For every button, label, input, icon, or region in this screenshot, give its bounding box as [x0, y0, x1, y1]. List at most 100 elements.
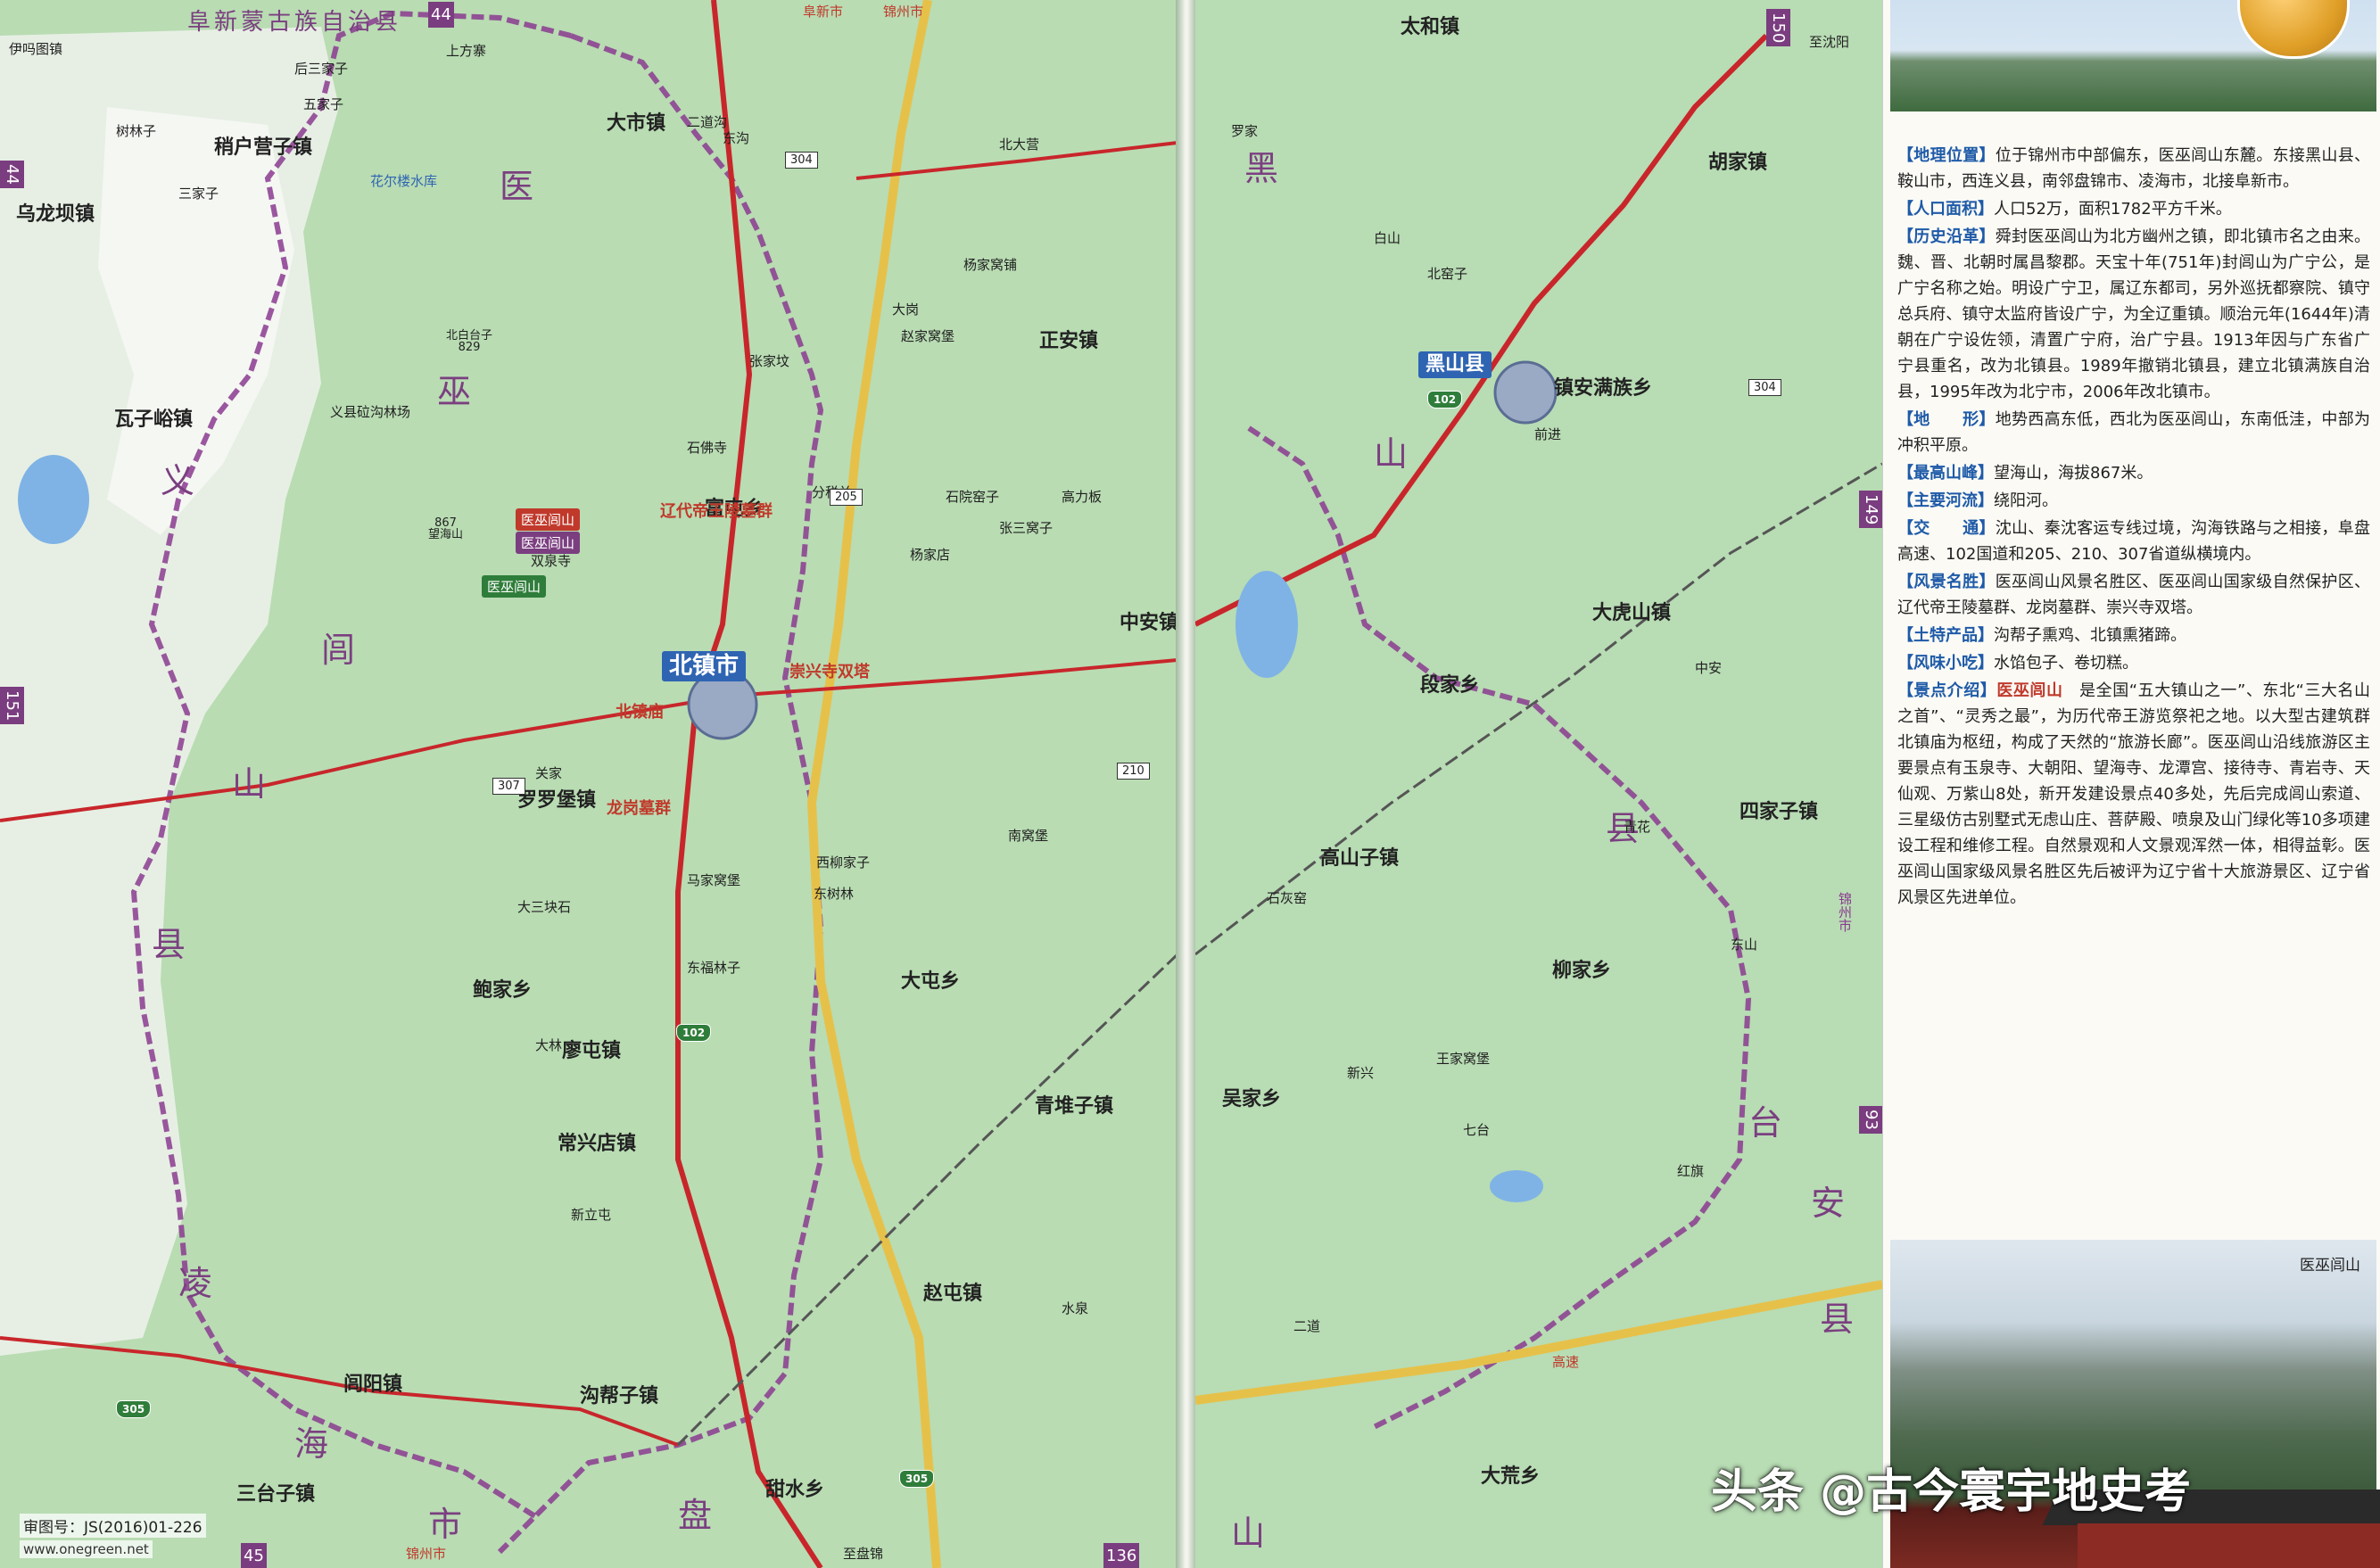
village-5: 后三家子	[294, 61, 349, 77]
town-wujia: 吴家乡	[1222, 1088, 1282, 1110]
edge-jinzhou-right: 锦州市	[1837, 892, 1853, 932]
town-goubangzi: 沟帮子镇	[580, 1385, 659, 1407]
scenic-imperial-tombs: 辽代帝王陵墓群	[660, 502, 773, 521]
village-10: 大岗	[892, 301, 920, 318]
scenic-longgang: 龙岗墓群	[607, 799, 671, 818]
town-changxingdian: 常兴店镇	[558, 1133, 637, 1155]
beizhen-city-label: 北镇市	[662, 651, 747, 681]
right-map-page: 黑山县 黑 山 县 台 安 县 山 太和镇 胡家镇 镇安满族乡 段家乡 大虎山镇…	[1195, 0, 1882, 1568]
village-28: 大林	[535, 1037, 563, 1053]
info-panel: 【地理位置】位于锦州市中部偏东，医巫闾山东麓。东接黑山县、鞍山市，西连义县，南邻…	[1882, 0, 2380, 1568]
edge-panjin: 至盘锦	[843, 1546, 884, 1562]
info-row-population: 【人口面积】人口52万，面积1782平方千米。	[1897, 200, 2232, 219]
region-yiwulu-4: 山	[232, 764, 270, 804]
lake-right	[1235, 571, 1298, 678]
village-11: 杨家窝铺	[963, 257, 1018, 273]
town-hujia: 胡家镇	[1708, 152, 1768, 174]
county-info: 【地理位置】位于锦州市中部偏东，医巫闾山东麓。东接黑山县、鞍山市，西连义县，南邻…	[1897, 143, 2370, 912]
village-39: 新兴	[1347, 1065, 1375, 1081]
info-row-products: 【土特产品】沟帮子熏鸡、北镇熏猪蹄。	[1897, 626, 2186, 645]
adjacent-panshan-1: 盘	[678, 1496, 716, 1535]
village-17: 杨家店	[910, 547, 951, 563]
town-dahushan: 大虎山镇	[1592, 602, 1672, 624]
town-luoluobu: 罗罗堡镇	[517, 789, 597, 812]
road-shield-210: 210	[1117, 763, 1150, 780]
village-33: 罗家	[1231, 123, 1259, 139]
source-site: www.onegreen.net	[20, 1540, 153, 1558]
edge-number-left-mid: 151	[0, 687, 24, 725]
scenic-tag-1: 医巫闾山	[516, 508, 581, 531]
town-gaoshanzi: 高山子镇	[1320, 847, 1400, 870]
railway	[676, 953, 1178, 1447]
town-taihe: 太和镇	[1401, 16, 1460, 38]
scenic-twin-pagoda: 崇兴寺双塔	[789, 663, 870, 681]
road-shield-102-a: 102	[676, 1024, 712, 1042]
edge-number-right-b: 93	[1859, 1106, 1882, 1134]
town-liaotun: 廖屯镇	[562, 1040, 622, 1062]
region-yixian-2: 县	[152, 925, 190, 964]
village-36: 青花	[1624, 819, 1651, 835]
heishan-city-label: 黑山县	[1418, 351, 1492, 378]
village-35: 中安	[1695, 660, 1723, 676]
left-map-page: 阜新蒙古族自治县 医 巫 闾 山 义 县 凌 海 市 盘 北镇市 大市镇 稍户营…	[0, 0, 1178, 1568]
national-road-102-right	[1195, 33, 1769, 627]
edge-fuxin-city: 阜新市	[803, 4, 844, 20]
road-shield-305-b: 305	[899, 1470, 935, 1488]
region-heishan-2: 山	[1374, 434, 1412, 474]
village-29: 新立屯	[571, 1207, 612, 1223]
village-30: 水泉	[1062, 1300, 1089, 1316]
village-18: 高力板	[1062, 489, 1103, 505]
info-row-location: 【地理位置】位于锦州市中部偏东，医巫闾山东麓。东接黑山县、鞍山市，西连义县，南邻…	[1897, 146, 2371, 191]
village-27: 东福林子	[687, 960, 741, 976]
town-wulongba: 乌龙坝镇	[16, 203, 95, 226]
town-qingduizi: 青堆子镇	[1035, 1095, 1114, 1118]
info-row-snacks: 【风味小吃】水馅包子、卷切糕。	[1897, 654, 2138, 673]
village-42: 东山	[1731, 937, 1758, 953]
village-3: 树林子	[116, 123, 157, 139]
adjacent-linghai-3: 市	[428, 1505, 467, 1544]
road-shield-102-b: 102	[1427, 391, 1463, 409]
map-atlas-spread: 阜新蒙古族自治县 医 巫 闾 山 义 县 凌 海 市 盘 北镇市 大市镇 稍户营…	[0, 0, 2380, 1568]
village-14: 张家坟	[749, 353, 790, 369]
town-zhengan: 正安镇	[1039, 330, 1099, 352]
left-map-base	[0, 0, 1178, 1568]
village-31: 石灰窑	[1267, 890, 1308, 906]
town-baojia: 鲍家乡	[473, 979, 533, 1002]
heishan-urban-area	[1493, 360, 1558, 425]
town-lvyang: 闾阳镇	[343, 1374, 403, 1396]
village-34: 北窑子	[1427, 266, 1468, 282]
village-7: 二道沟	[687, 114, 728, 130]
road-shield-304: 304	[785, 152, 818, 169]
village-4: 三家子	[178, 186, 219, 202]
village-9: 东沟	[723, 130, 750, 146]
village-40: 二道	[1293, 1318, 1321, 1334]
edge-number-left-top: 44	[0, 161, 24, 188]
book-gutter	[1176, 0, 1197, 1568]
region-taian-1: 台	[1748, 1103, 1787, 1143]
village-0: 伊吗图镇	[9, 41, 63, 57]
photo-caption: 医巫闾山	[2300, 1257, 2360, 1275]
town-zhongan: 中安镇	[1120, 612, 1178, 634]
village-13: 石佛寺	[687, 440, 728, 456]
info-row-scenic: 【风景名胜】医巫闾山风景名胜区、医巫闾山国家级自然保护区、辽代帝王陵墓群、龙岗墓…	[1897, 573, 2371, 617]
village-12: 赵家窝堡	[901, 328, 955, 344]
road-shield-205: 205	[830, 489, 863, 506]
scenic-tag-2: 医巫闾山	[516, 532, 581, 554]
adjacent-linghai-1: 凌	[178, 1264, 217, 1303]
town-duanjia: 段家乡	[1420, 674, 1480, 697]
road-shield-304-b: 304	[1748, 379, 1781, 396]
town-datun: 大屯乡	[901, 970, 961, 993]
expressway-right	[1195, 1280, 1882, 1405]
region-taian-2: 安	[1811, 1184, 1849, 1223]
village-21: 关家	[535, 765, 563, 781]
edge-jinzhou-top: 锦州市	[883, 4, 924, 20]
scenic-tag-3: 医巫闾山	[482, 575, 547, 598]
map-review-number: 审图号：JS(2016)01-226	[20, 1514, 206, 1538]
village-20: 北大营	[999, 136, 1040, 153]
region-yiwulu-1: 医	[500, 167, 538, 206]
watermark: 头条 @古今寰宇地史考	[1711, 1465, 2192, 1519]
village-43: 前进	[1534, 426, 1562, 442]
village-6: 义县砬沟林场	[330, 404, 411, 420]
landscape-photo-top	[1890, 0, 2376, 111]
town-liujia: 柳家乡	[1552, 960, 1612, 982]
